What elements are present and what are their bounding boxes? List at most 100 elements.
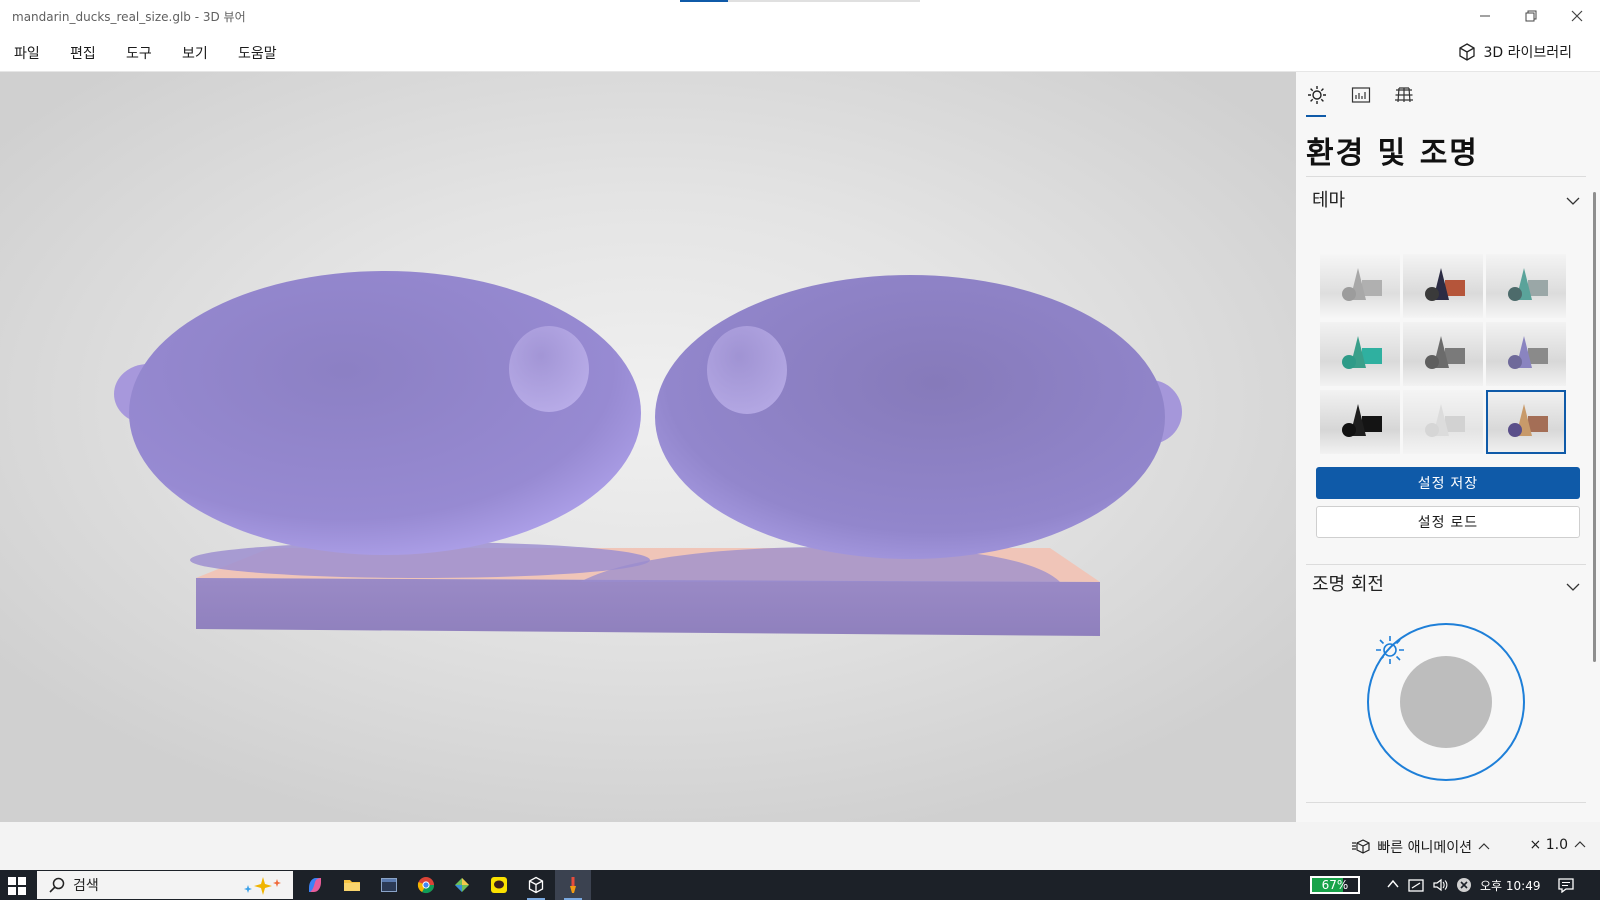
taskbar-paint[interactable] (555, 870, 591, 900)
taskbar: 검색 67% 오후 10:49 (0, 870, 1600, 900)
taskbar-3d-viewer[interactable] (518, 870, 554, 900)
animation-cube-icon (1352, 839, 1370, 854)
minimize-icon (1480, 15, 1490, 17)
taskbar-app-diamond[interactable] (444, 870, 480, 900)
taskbar-copilot[interactable] (297, 870, 333, 900)
3d-library-button[interactable]: 3D 라이브러리 (1457, 42, 1572, 62)
duck-head-left (509, 326, 589, 412)
theme-section-header[interactable]: 테마 (1312, 186, 1345, 212)
model-scene[interactable] (0, 72, 1296, 822)
theme-preview-shapes (1508, 404, 1548, 437)
taskbar-search[interactable]: 검색 (37, 871, 293, 899)
search-placeholder: 검색 (73, 878, 99, 894)
theme-preview-shapes (1508, 268, 1548, 301)
chat-bubble-icon (491, 877, 507, 893)
theme-grid (1320, 254, 1570, 454)
terminal-icon (381, 878, 397, 892)
stats-icon (1351, 87, 1371, 103)
theme-option-6[interactable] (1486, 322, 1566, 386)
3d-viewport[interactable] (0, 72, 1296, 822)
title-accent-blue (680, 0, 728, 2)
theme-preview-shapes (1342, 336, 1382, 369)
windows-start-icon[interactable] (8, 877, 26, 895)
battery-label: 67% (1321, 878, 1349, 892)
volume-icon[interactable] (1432, 877, 1448, 893)
grid-icon (1395, 87, 1413, 103)
battery-indicator[interactable]: 67% (1310, 876, 1360, 894)
network-icon[interactable] (1408, 877, 1424, 893)
animation-label: 빠른 애니메이션 (1377, 840, 1472, 856)
panel-scrollbar[interactable] (1593, 192, 1596, 662)
copilot-icon (309, 878, 321, 892)
theme-option-9[interactable] (1486, 390, 1566, 454)
theme-preview-shapes (1342, 268, 1382, 301)
divider (1306, 802, 1586, 803)
theme-option-1[interactable] (1320, 254, 1400, 318)
load-settings-button[interactable]: 설정 로드 (1316, 506, 1580, 538)
status-x-icon[interactable] (1456, 877, 1472, 893)
search-icon (49, 877, 65, 893)
paint-brush-icon (570, 877, 576, 893)
base-front (196, 578, 1100, 636)
taskbar-terminal[interactable] (371, 870, 407, 900)
duck-body-left[interactable] (129, 271, 641, 555)
theme-option-7[interactable] (1320, 390, 1400, 454)
close-button[interactable] (1554, 0, 1600, 32)
folder-icon (344, 880, 360, 891)
theme-preview-shapes (1425, 268, 1465, 301)
divider (1306, 564, 1586, 565)
close-icon (1571, 10, 1583, 22)
theme-section-label: 테마 (1312, 190, 1346, 211)
theme-option-8[interactable] (1403, 390, 1483, 454)
duck-body-right[interactable] (655, 275, 1165, 559)
theme-preview-shapes (1342, 404, 1382, 437)
chevron-up-icon (1574, 841, 1586, 848)
taskbar-chrome[interactable] (408, 870, 444, 900)
theme-option-4[interactable] (1320, 322, 1400, 386)
taskbar-kakaotalk[interactable] (481, 870, 517, 900)
tab-environment[interactable] (1306, 84, 1328, 106)
speed-label: × 1.0 (1529, 837, 1568, 853)
status-bar: 빠른 애니메이션 × 1.0 (0, 822, 1600, 870)
minimize-button[interactable] (1462, 0, 1508, 32)
theme-option-3[interactable] (1486, 254, 1566, 318)
copilot-sparkle-icon (244, 877, 281, 895)
tab-mesh[interactable] (1393, 84, 1415, 106)
window-title: mandarin_ducks_real_size.glb - 3D 뷰어 (12, 10, 246, 24)
light-rotation-header[interactable]: 조명 회전 (1312, 570, 1384, 596)
title-accent-gray (728, 0, 920, 2)
menu-tools[interactable]: 도구 (126, 43, 152, 63)
chevron-up-icon[interactable] (1386, 877, 1400, 891)
sun-icon[interactable] (1376, 636, 1404, 664)
theme-option-2[interactable] (1403, 254, 1483, 318)
chevron-up-icon (1478, 843, 1490, 850)
3d-library-label: 3D 라이브러리 (1483, 45, 1572, 61)
speed-selector[interactable]: × 1.0 (1530, 837, 1586, 853)
taskbar-file-explorer[interactable] (334, 870, 370, 900)
duck-head-right (707, 326, 787, 414)
theme-preview-shapes (1425, 404, 1465, 437)
animation-selector[interactable]: 빠른 애니메이션 (1351, 837, 1490, 857)
restore-button[interactable] (1508, 0, 1554, 32)
divider (1306, 176, 1586, 177)
chevron-down-icon[interactable] (1566, 580, 1580, 594)
chevron-down-icon[interactable] (1566, 194, 1580, 208)
chrome-icon (417, 877, 435, 894)
sun-icon (1308, 86, 1326, 104)
menu-edit[interactable]: 편집 (70, 43, 96, 63)
tab-statistics[interactable] (1350, 84, 1372, 106)
taskbar-clock[interactable]: 오후 10:49 (1480, 877, 1540, 894)
menu-view[interactable]: 보기 (182, 43, 208, 63)
menu-help[interactable]: 도움말 (238, 43, 277, 63)
theme-option-5[interactable] (1403, 322, 1483, 386)
save-settings-button[interactable]: 설정 저장 (1316, 467, 1580, 499)
notification-icon[interactable] (1558, 877, 1574, 893)
light-rotation-label: 조명 회전 (1312, 574, 1384, 595)
environment-panel: 환경 및 조명 테마 설정 저장 설정 로드 조명 회전 (1296, 72, 1600, 822)
title-bar: mandarin_ducks_real_size.glb - 3D 뷰어 (0, 0, 1600, 32)
light-rotation-dial[interactable] (1356, 612, 1536, 792)
diamond-app-icon (455, 878, 469, 892)
menu-file[interactable]: 파일 (14, 43, 40, 63)
theme-preview-shapes (1425, 336, 1465, 369)
menu-bar: 파일 편집 도구 보기 도움말 3D 라이브러리 (0, 32, 1600, 72)
